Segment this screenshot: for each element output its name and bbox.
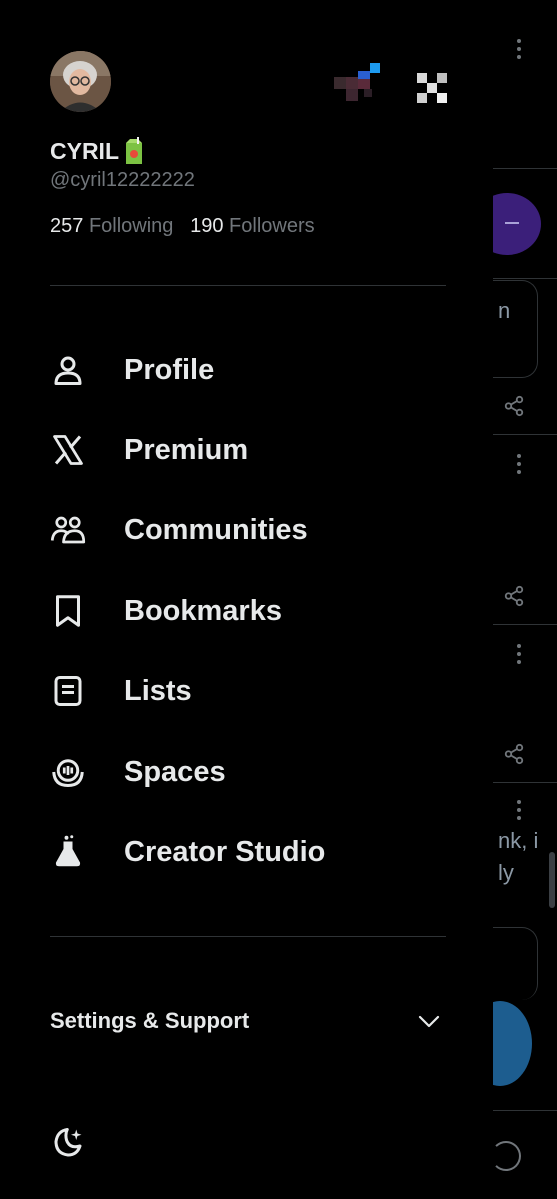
- flask-icon: [55, 835, 81, 867]
- share-icon[interactable]: [503, 743, 525, 765]
- juice-box-emoji-icon: [126, 137, 142, 164]
- moon-sparkle-icon[interactable]: [50, 1125, 86, 1161]
- divider: [50, 936, 446, 937]
- avatar[interactable]: [50, 51, 111, 112]
- chevron-down-icon: [418, 1015, 440, 1028]
- quoted-card[interactable]: n: [493, 280, 538, 378]
- divider: [493, 278, 557, 279]
- person-icon: [54, 356, 82, 385]
- side-drawer: CYRIL @cyril12222222 257 Following 190 F…: [0, 0, 493, 1199]
- divider: [493, 168, 557, 169]
- share-icon[interactable]: [503, 585, 525, 607]
- background-feed: n nk, i ly: [468, 0, 557, 1199]
- feed-text-fragment: ly: [498, 860, 514, 885]
- nav-item-creator-studio[interactable]: Creator Studio: [50, 822, 446, 882]
- nav-item-label: Lists: [124, 674, 192, 707]
- nav-item-label: Creator Studio: [124, 835, 326, 868]
- quoted-card[interactable]: [493, 927, 538, 1000]
- following-label: Following: [88, 215, 174, 237]
- display-name[interactable]: CYRIL: [50, 137, 145, 165]
- list-icon: [54, 676, 82, 706]
- account-switch-avatar-icon[interactable]: [417, 73, 447, 103]
- nav-item-communities[interactable]: Communities: [50, 500, 446, 560]
- nav-item-label: Bookmarks: [124, 594, 282, 627]
- follow-stats: 257 Following 190 Followers: [50, 215, 315, 238]
- following-count: 257: [50, 215, 84, 237]
- divider: [493, 434, 557, 435]
- settings-support-label: Settings & Support: [50, 1008, 250, 1033]
- more-options-icon[interactable]: [517, 39, 521, 63]
- feed-text-fragment: n: [498, 298, 511, 323]
- loading-spinner-icon: [491, 1141, 521, 1171]
- settings-support-toggle[interactable]: Settings & Support: [50, 1000, 446, 1042]
- nav-item-profile[interactable]: Profile: [50, 340, 446, 400]
- display-name-text: CYRIL: [50, 137, 119, 164]
- bookmark-icon: [56, 595, 80, 627]
- x-logo-icon: [53, 435, 83, 465]
- communities-icon: [50, 516, 86, 544]
- more-options-icon[interactable]: [517, 644, 521, 668]
- scrollbar[interactable]: [549, 852, 555, 908]
- more-options-icon[interactable]: [517, 800, 521, 824]
- nav-item-lists[interactable]: Lists: [50, 661, 446, 721]
- nav-item-label: Spaces: [124, 755, 226, 788]
- avatar-image: [50, 51, 111, 112]
- nav-item-spaces[interactable]: Spaces: [50, 742, 446, 802]
- spaces-icon: [52, 759, 84, 788]
- account-switch-avatar-icon[interactable]: [334, 63, 382, 103]
- divider: [493, 1110, 557, 1111]
- followers-count: 190: [190, 215, 224, 237]
- nav-item-label: Premium: [124, 433, 249, 466]
- followers-link[interactable]: 190 Followers: [190, 215, 315, 237]
- feed-text-fragment: nk, i: [498, 828, 539, 853]
- divider: [493, 782, 557, 783]
- share-icon[interactable]: [503, 395, 525, 417]
- username-handle: @cyril12222222: [50, 169, 195, 191]
- divider: [50, 285, 446, 286]
- nav-item-bookmarks[interactable]: Bookmarks: [50, 581, 446, 641]
- followers-label: Followers: [229, 215, 315, 237]
- nav-item-label: Profile: [124, 353, 215, 386]
- following-link[interactable]: 257 Following: [50, 215, 173, 237]
- more-options-icon[interactable]: [517, 454, 521, 478]
- nav-item-label: Communities: [124, 513, 308, 546]
- divider: [493, 624, 557, 625]
- nav-item-premium[interactable]: Premium: [50, 420, 446, 480]
